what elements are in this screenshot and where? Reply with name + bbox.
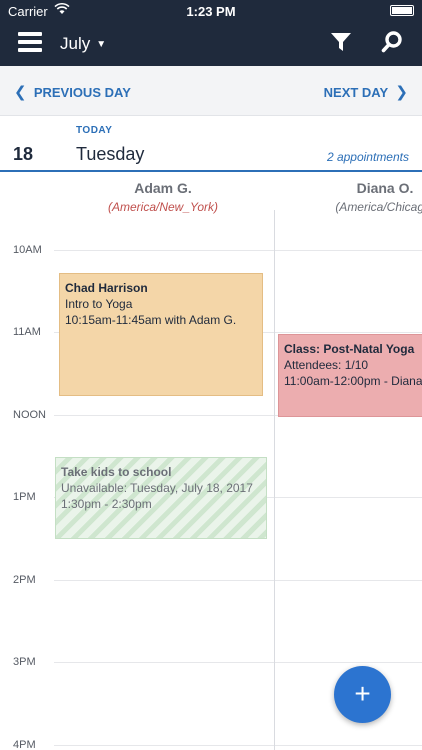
chevron-down-icon: ▼: [96, 39, 107, 50]
event-time: 1:30pm - 2:30pm: [61, 497, 152, 511]
event-attendees: Attendees: 1/10: [284, 358, 369, 372]
today-label: TODAY: [76, 125, 113, 136]
event-unavailable: Unavailable: Tuesday, July 18, 2017: [61, 481, 253, 495]
clock-time: 1:23 PM: [186, 4, 236, 19]
hour-label: 4PM: [13, 739, 36, 750]
status-bar: Carrier 1:23 PM: [0, 0, 422, 22]
event-title: Class: Post-Natal Yoga: [284, 342, 415, 356]
column-divider: [274, 210, 275, 750]
hour-line: [54, 580, 422, 581]
unavailable-block[interactable]: Take kids to school Unavailable: Tuesday…: [55, 457, 267, 539]
chevron-left-icon: ❮: [14, 84, 27, 101]
date-header: TODAY 18 Tuesday 2 appointments: [0, 116, 422, 172]
menu-icon[interactable]: [18, 31, 42, 53]
class-post-natal-yoga[interactable]: Class: Post-Natal Yoga Attendees: 1/10 1…: [278, 334, 422, 417]
hour-label: 11AM: [13, 326, 41, 338]
appointments-count[interactable]: 2 appointments: [327, 150, 409, 164]
event-time: 10:15am-11:45am with Adam G.: [65, 313, 237, 327]
hour-label: NOON: [13, 409, 46, 421]
hour-label: 3PM: [13, 656, 36, 668]
event-title: Take kids to school: [61, 465, 172, 479]
next-day-button[interactable]: NEXT DAY ❯: [324, 83, 408, 101]
hour-line: [54, 745, 422, 746]
month-label: July: [60, 34, 91, 53]
previous-day-button[interactable]: ❮ PREVIOUS DAY: [14, 83, 131, 101]
hour-line: [54, 662, 422, 663]
staff-timezone: (America/New_York): [107, 200, 219, 214]
search-icon[interactable]: [380, 30, 404, 54]
month-selector[interactable]: July ▼: [60, 34, 106, 54]
battery-icon: [390, 5, 414, 16]
day-number: 18: [13, 144, 34, 164]
event-time: 11:00am-12:00pm - Diana O.: [284, 374, 422, 388]
event-title: Chad Harrison: [65, 281, 148, 295]
top-bar: Carrier 1:23 PM July ▼: [0, 0, 422, 66]
staff-column-adam[interactable]: Adam G. (America/New_York): [54, 180, 272, 214]
hour-label: 10AM: [13, 244, 42, 256]
event-service: Intro to Yoga: [65, 297, 133, 311]
staff-name: Adam G.: [134, 180, 192, 196]
filter-icon[interactable]: [330, 31, 352, 53]
hour-line: [54, 250, 422, 251]
staff-timezone: (America/Chicago): [335, 200, 422, 214]
day-navigation: ❮ PREVIOUS DAY NEXT DAY ❯: [0, 66, 422, 116]
previous-day-label: PREVIOUS DAY: [33, 85, 131, 100]
hour-label: 1PM: [13, 491, 36, 503]
day-name: Tuesday: [76, 144, 145, 164]
staff-column-diana[interactable]: Diana O. (America/Chicago): [275, 180, 422, 214]
next-day-label: NEXT DAY: [323, 85, 389, 100]
staff-name: Diana O.: [356, 180, 414, 196]
chevron-right-icon: ❯: [395, 84, 408, 101]
appointment-chad-harrison[interactable]: Chad Harrison Intro to Yoga 10:15am-11:4…: [59, 273, 263, 396]
hour-label: 2PM: [13, 574, 36, 586]
add-appointment-button[interactable]: +: [334, 666, 391, 723]
